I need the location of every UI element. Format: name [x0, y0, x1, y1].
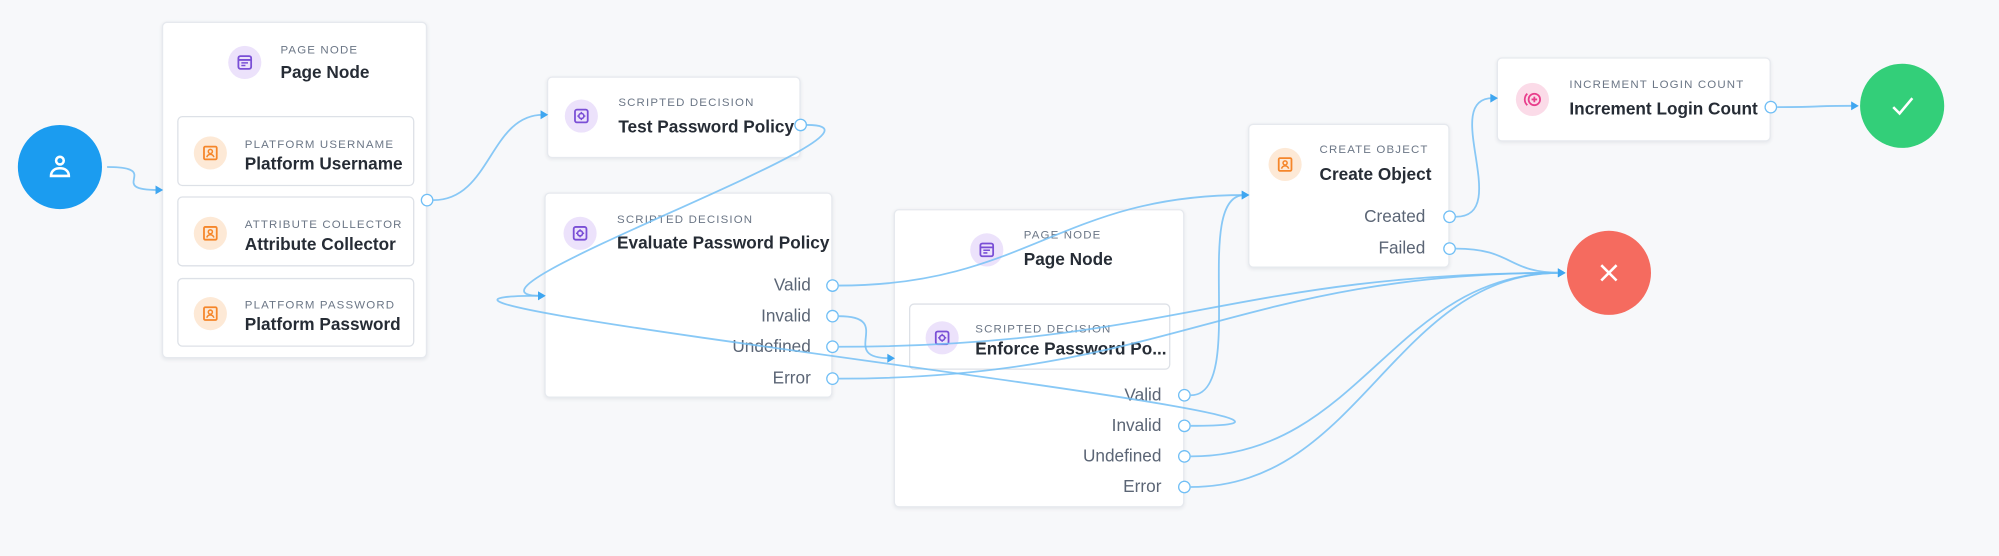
child-title: Platform Password — [244, 314, 401, 335]
child-node[interactable]: Platform Username Platform Username — [177, 116, 415, 187]
node-title: Evaluate Password Policy — [617, 233, 830, 253]
success-node[interactable] — [1860, 63, 1945, 148]
script-icon — [574, 108, 589, 124]
output-port-undefined[interactable] — [1177, 449, 1191, 463]
edge-start-to-page1 — [107, 166, 159, 191]
script-icon — [564, 99, 598, 133]
node-type-label: Page Node — [280, 43, 359, 57]
edge-create-created-to-incr — [1455, 97, 1493, 218]
output-label-created: Created — [1364, 206, 1426, 226]
output-port[interactable] — [793, 117, 807, 131]
user-card-icon — [203, 145, 218, 160]
user-card-icon — [1268, 147, 1302, 182]
output-port-valid[interactable] — [825, 278, 839, 292]
output-label-valid: Valid — [773, 275, 811, 295]
node-type-label: Create Object — [1319, 142, 1429, 156]
edge-page2-undefined-to-failure — [1190, 271, 1561, 458]
output-port-invalid[interactable] — [825, 309, 839, 322]
node-title: Test Password Policy — [618, 117, 795, 137]
child-title: Enforce Password Po... — [975, 339, 1167, 359]
edge-page2-error-to-failure — [1190, 271, 1561, 488]
arrowhead — [1557, 268, 1566, 278]
page-icon — [228, 45, 262, 80]
script-icon — [925, 321, 959, 355]
user-card-icon — [203, 306, 218, 321]
edge-incr-to-success — [1777, 104, 1854, 108]
user-icon — [49, 155, 71, 178]
output-label-valid: Valid — [1124, 385, 1162, 405]
node-type-label: Page Node — [1023, 228, 1102, 241]
output-port-invalid[interactable] — [1177, 418, 1191, 432]
increment-icon — [1523, 92, 1541, 107]
output-label-error: Error — [1123, 476, 1162, 496]
check-icon — [1892, 97, 1914, 116]
output-label-undefined: Undefined — [1082, 446, 1162, 466]
child-type-label: Attribute Collector — [244, 217, 403, 231]
output-port[interactable] — [1763, 100, 1777, 113]
journey-canvas[interactable]: Page Node Page Node Platform Username Platf… — [0, 0, 1999, 556]
output-label-undefined: Undefined — [732, 336, 811, 356]
start-node[interactable] — [17, 124, 102, 210]
failure-node[interactable] — [1566, 230, 1651, 315]
output-port-valid[interactable] — [1177, 388, 1191, 401]
x-icon — [1600, 264, 1618, 282]
output-label-invalid: Invalid — [1111, 415, 1162, 435]
node-title: Increment Login Count — [1569, 99, 1758, 119]
node-test[interactable]: Scripted Decision Test Password Policy — [546, 76, 801, 159]
edge-page1-to-test — [433, 113, 544, 202]
page-icon — [237, 55, 253, 70]
node-incr[interactable]: Increment Login Count Increment Login Cou… — [1496, 57, 1771, 142]
output-label-failed: Failed — [1378, 238, 1426, 258]
script-icon — [572, 226, 588, 241]
node-title: Create Object — [1319, 164, 1432, 184]
child-node[interactable]: Platform Password Platform Password — [177, 277, 415, 347]
script-icon — [934, 330, 950, 346]
child-type-label: Scripted Decision — [975, 322, 1112, 336]
node-page2[interactable]: Page Node Page Node Scripted Decision Enfor… — [893, 209, 1185, 508]
child-title: Platform Username — [244, 153, 403, 173]
output-port[interactable] — [420, 193, 433, 206]
user-card-icon — [1277, 157, 1293, 172]
child-type-label: Platform Username — [244, 137, 395, 150]
node-type-label: Scripted Decision — [617, 212, 754, 226]
increment-icon — [1515, 82, 1550, 117]
page-icon — [970, 233, 1004, 267]
node-page1[interactable]: Page Node Page Node Platform Username Platf… — [161, 21, 428, 359]
output-label-invalid: Invalid — [761, 305, 811, 326]
child-type-label: Platform Password — [244, 298, 396, 312]
node-create[interactable]: Create Object Create Object Created Failed — [1248, 123, 1450, 268]
node-title: Page Node — [1023, 249, 1113, 270]
child-node[interactable]: Scripted Decision Enforce Password Po... — [909, 303, 1171, 370]
node-eval[interactable]: Scripted Decision Evaluate Password Polic… — [544, 192, 833, 398]
child-node[interactable]: Attribute Collector Attribute Collector — [177, 196, 415, 267]
child-title: Attribute Collector — [244, 233, 396, 254]
user-card-icon — [193, 216, 227, 250]
edge-eval-invalid-to-page2 — [838, 315, 890, 360]
arrowhead — [1557, 268, 1566, 278]
output-port-error[interactable] — [1177, 479, 1191, 493]
user-card-icon — [193, 135, 227, 169]
user-card-icon — [203, 225, 218, 240]
output-port-error[interactable] — [825, 371, 839, 385]
edge-create-failed-to-failure — [1455, 247, 1561, 274]
node-type-label: Increment Login Count — [1569, 77, 1745, 91]
arrowhead — [1557, 268, 1566, 278]
output-port-created[interactable] — [1442, 209, 1456, 223]
page-icon — [979, 242, 995, 258]
arrowhead — [1851, 101, 1859, 111]
output-port-undefined[interactable] — [825, 339, 839, 353]
edge-page2-valid-to-create — [1190, 194, 1245, 397]
node-type-label: Scripted Decision — [618, 95, 755, 109]
user-card-icon — [193, 297, 227, 331]
arrowhead — [1557, 268, 1566, 278]
node-title: Page Node — [280, 62, 370, 82]
output-port-failed[interactable] — [1442, 241, 1456, 255]
arrowhead — [1557, 268, 1566, 278]
output-label-error: Error — [772, 368, 811, 388]
script-icon — [563, 216, 597, 250]
